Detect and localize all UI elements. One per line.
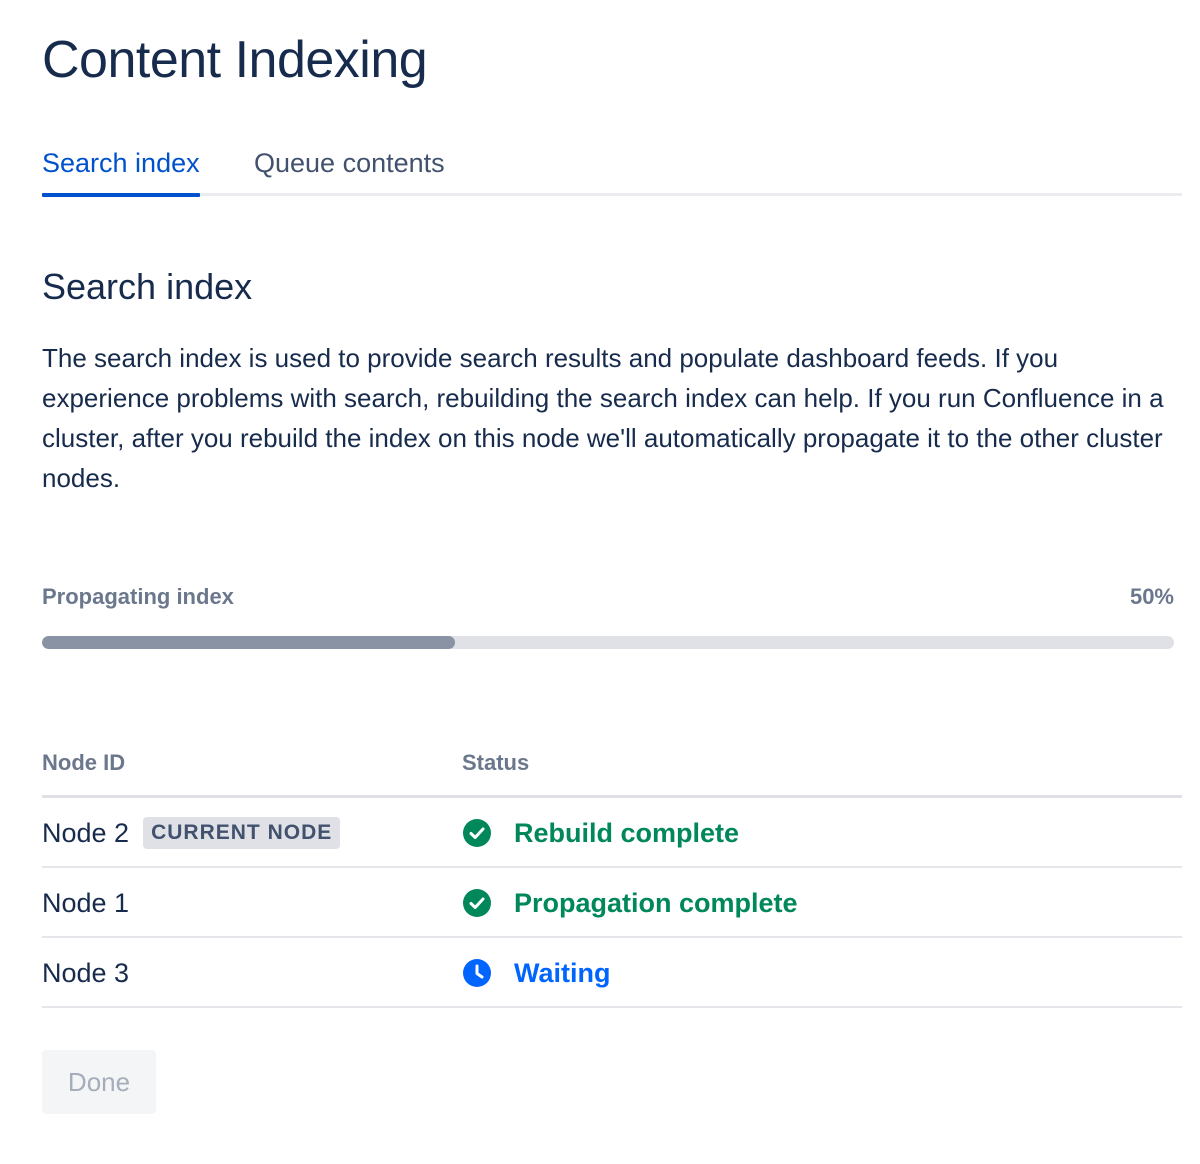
node-id: Node 3: [42, 957, 130, 988]
table-row: Node 1 Propagation complete: [42, 868, 1182, 938]
tab-queue-contents[interactable]: Queue contents: [254, 148, 445, 189]
status-cell: Waiting: [462, 938, 610, 1008]
done-button[interactable]: Done: [42, 1050, 156, 1114]
progress-bar-fill: [42, 636, 456, 649]
status-text: Rebuild complete: [514, 817, 740, 848]
content-indexing-page: Content Indexing Search index Queue cont…: [0, 0, 1200, 1164]
column-header-node-id: Node ID: [42, 750, 126, 775]
tab-search-index[interactable]: Search index: [42, 148, 200, 197]
node-status-table: Node ID Status Node 2 CURRENT NODE Rebui…: [42, 740, 1182, 1008]
progress-bar: [42, 636, 1174, 649]
table-header: Node ID Status: [42, 740, 1182, 798]
column-header-status: Status: [462, 750, 530, 775]
check-circle-icon: [462, 818, 492, 848]
node-id: Node 1: [42, 887, 130, 918]
current-node-badge: CURRENT NODE: [143, 817, 341, 849]
tab-bar: Search index Queue contents: [42, 148, 1182, 197]
section-description: The search index is used to provide sear…: [42, 343, 1164, 493]
table-row: Node 2 CURRENT NODE Rebuild complete: [42, 798, 1182, 868]
node-id: Node 2: [42, 817, 130, 848]
progress-label: Propagating index: [42, 584, 234, 609]
progress-percent: 50%: [1129, 584, 1174, 609]
node-id-cell: Node 2 CURRENT NODE: [42, 798, 341, 868]
status-text: Waiting: [514, 957, 611, 988]
node-id-cell: Node 3: [42, 938, 129, 1008]
check-circle-icon: [462, 888, 492, 918]
page-title: Content Indexing: [42, 31, 428, 89]
status-cell: Propagation complete: [462, 868, 798, 938]
node-id-cell: Node 1: [42, 868, 129, 938]
status-text: Propagation complete: [514, 887, 798, 918]
table-row: Node 3 Waiting: [42, 938, 1182, 1008]
section-title: Search index: [42, 266, 253, 307]
clock-icon: [462, 958, 492, 988]
status-cell: Rebuild complete: [462, 798, 739, 868]
